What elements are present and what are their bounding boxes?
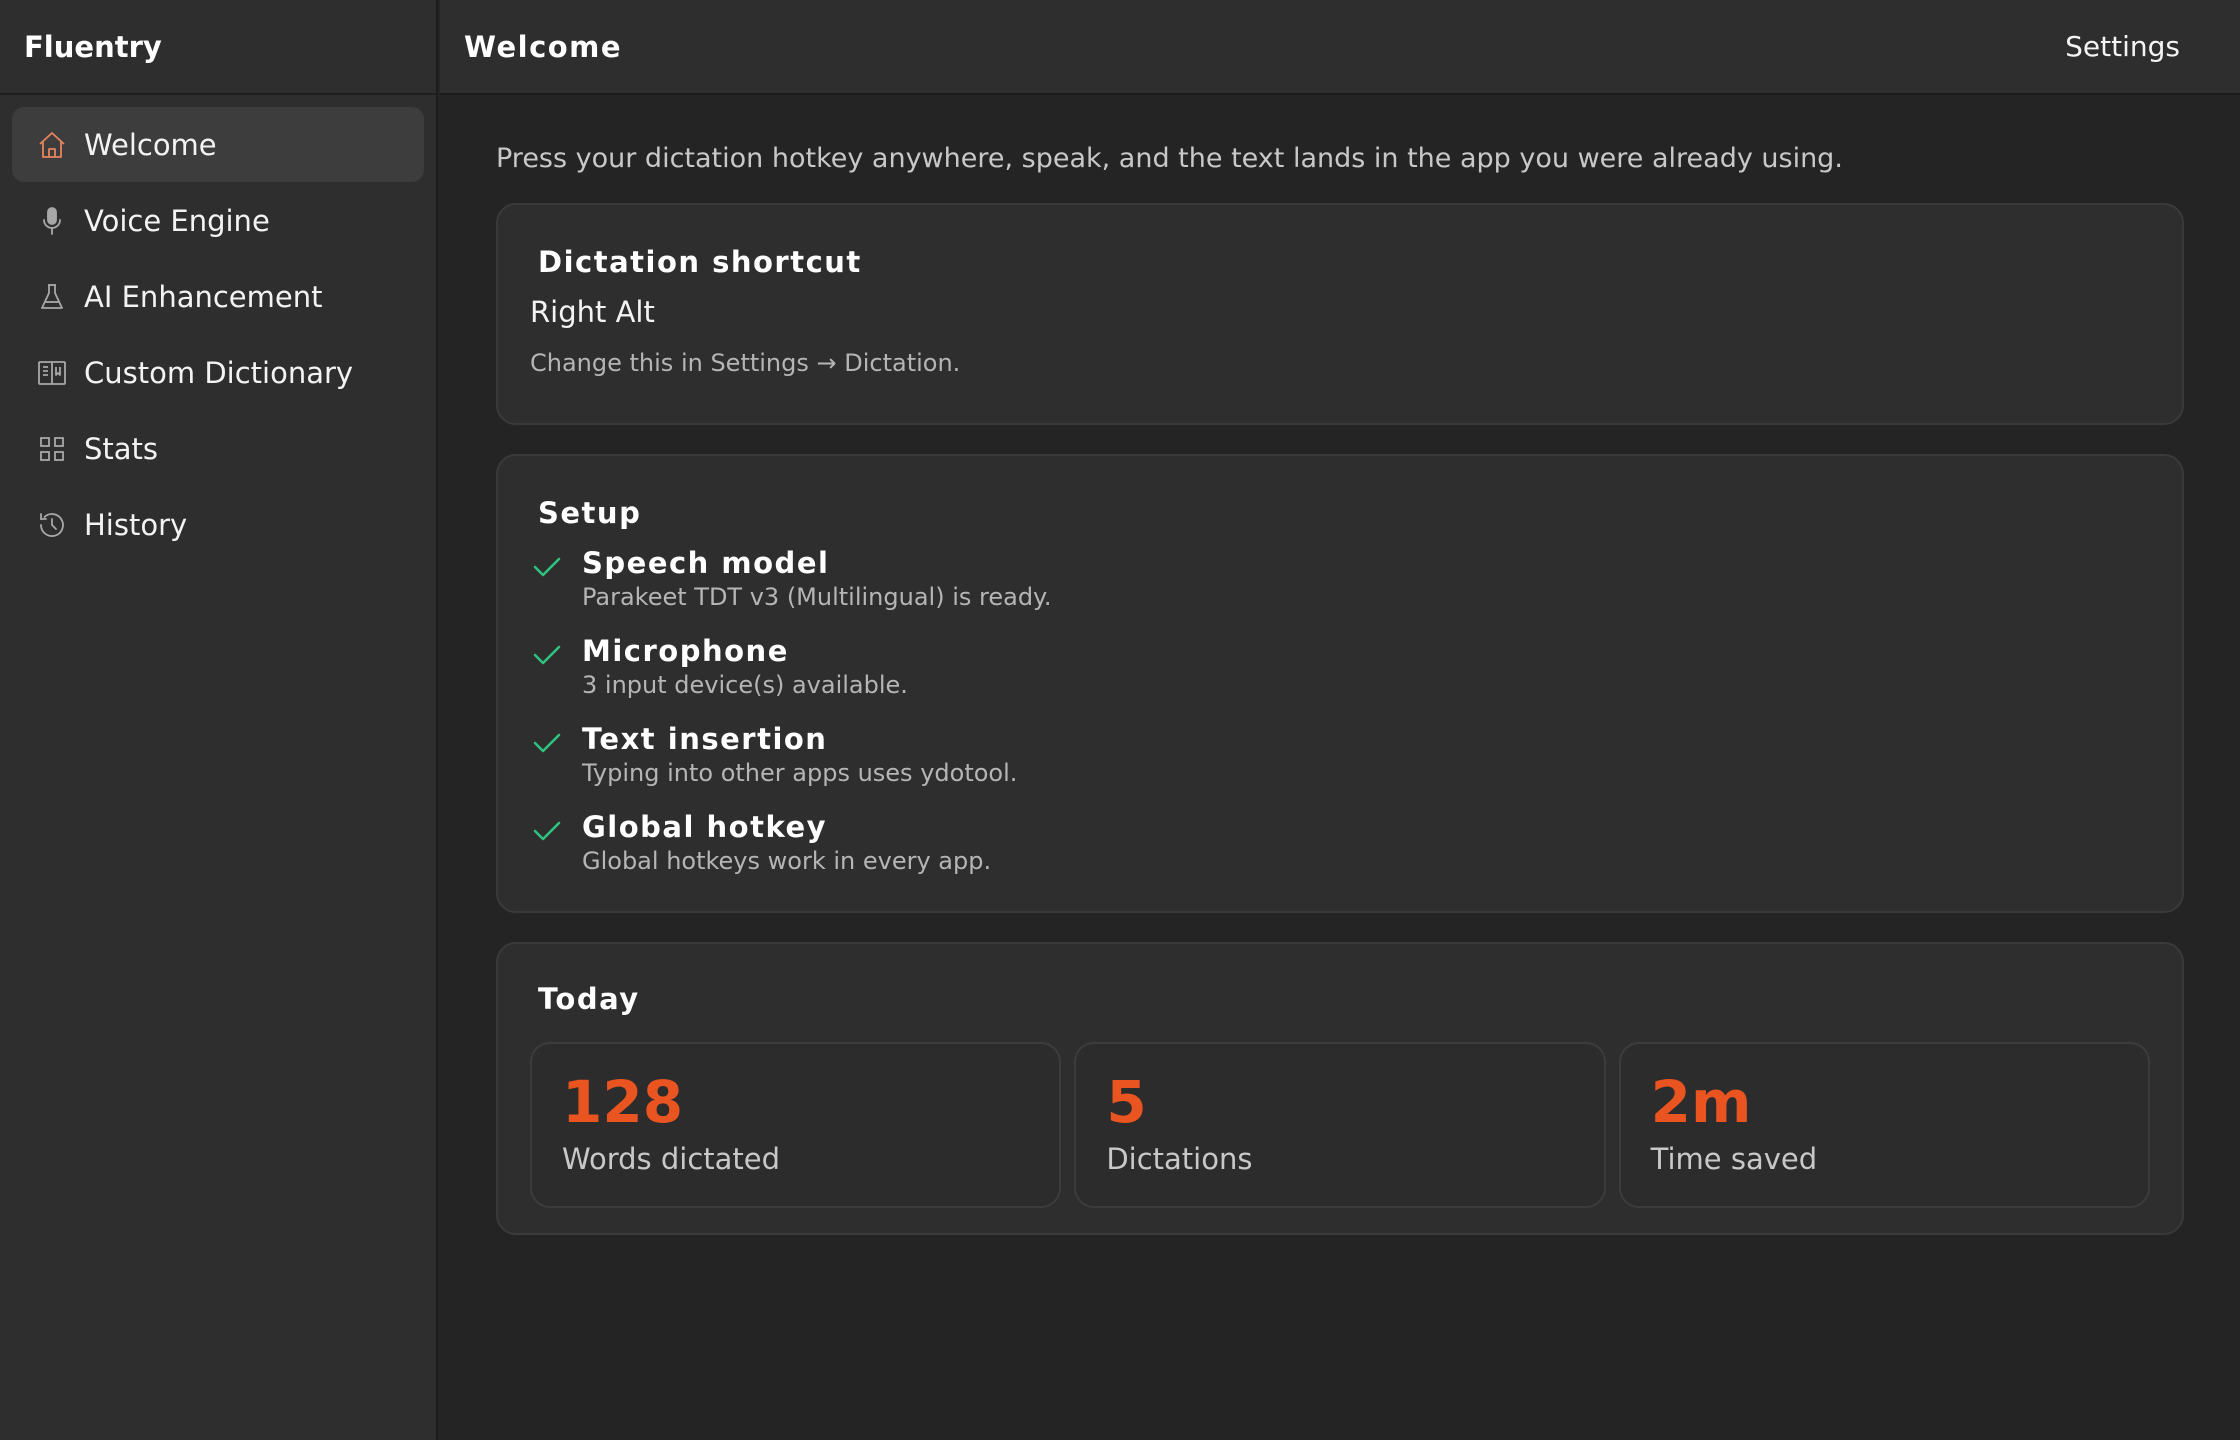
stat-dictations: 5 Dictations	[1074, 1042, 1606, 1208]
stat-time-saved: 2m Time saved	[1618, 1042, 2150, 1208]
card-title: Today	[538, 982, 640, 1016]
app-title: Fluentry	[24, 29, 162, 64]
main-content: Press your dictation hotkey anywhere, sp…	[440, 97, 2240, 1440]
sidebar-item-label: AI Enhancement	[84, 279, 323, 314]
sidebar-item-label: Voice Engine	[84, 203, 270, 238]
setup-item-speech-model: Speech model Parakeet TDT v3 (Multilingu…	[530, 544, 2148, 632]
stat-label: Time saved	[1650, 1142, 1818, 1176]
microphone-icon	[36, 205, 68, 237]
setup-item-desc: Typing into other apps uses ydotool.	[582, 759, 1018, 787]
header-bar: Welcome Settings	[440, 0, 2240, 95]
sidebar-item-label: History	[84, 507, 188, 542]
today-card: Today 128 Words dictated 5 Dictations 2m…	[496, 942, 2184, 1235]
sidebar-item-history[interactable]: History	[12, 487, 424, 562]
grid-icon	[36, 433, 68, 465]
stat-label: Words dictated	[562, 1142, 781, 1176]
sidebar-item-custom-dictionary[interactable]: Custom Dictionary	[12, 335, 424, 410]
setup-item-label: Speech model	[582, 546, 830, 580]
setup-item-text-insertion: Text insertion Typing into other apps us…	[530, 720, 2148, 808]
home-icon	[36, 129, 68, 161]
app-window: Fluentry Welcome Voice Engine AI Enhance…	[0, 0, 2240, 1440]
sidebar-item-voice-engine[interactable]: Voice Engine	[12, 183, 424, 258]
sidebar-item-label: Custom Dictionary	[84, 355, 354, 390]
setup-item-desc: 3 input device(s) available.	[582, 671, 908, 699]
setup-item-label: Microphone	[582, 634, 789, 668]
stat-value: 5	[1106, 1068, 1147, 1136]
check-icon	[533, 645, 561, 665]
setup-item-label: Global hotkey	[582, 810, 828, 844]
page-title: Welcome	[464, 29, 623, 64]
dictation-shortcut-card: Dictation shortcut Right Alt Change this…	[496, 203, 2184, 425]
sidebar-item-label: Welcome	[84, 127, 217, 162]
stat-value: 128	[562, 1068, 684, 1136]
shortcut-hint: Change this in Settings → Dictation.	[530, 349, 961, 377]
setup-item-microphone: Microphone 3 input device(s) available.	[530, 632, 2148, 720]
check-icon	[533, 557, 561, 577]
stat-label: Dictations	[1106, 1142, 1253, 1176]
shortcut-value: Right Alt	[530, 295, 655, 329]
setup-item-global-hotkey: Global hotkey Global hotkeys work in eve…	[530, 808, 2148, 896]
sidebar-item-label: Stats	[84, 431, 159, 466]
sidebar-item-ai-enhancement[interactable]: AI Enhancement	[12, 259, 424, 334]
setup-item-label: Text insertion	[582, 722, 828, 756]
stat-words-dictated: 128 Words dictated	[530, 1042, 1062, 1208]
book-icon	[36, 357, 68, 389]
card-title: Dictation shortcut	[538, 245, 862, 279]
settings-button[interactable]: Settings	[2065, 30, 2180, 63]
sidebar-header: Fluentry	[0, 0, 436, 95]
flask-icon	[36, 281, 68, 313]
check-icon	[533, 733, 561, 753]
stat-value: 2m	[1650, 1068, 1752, 1136]
sidebar-nav: Welcome Voice Engine AI Enhancement Cust…	[0, 95, 436, 562]
intro-text: Press your dictation hotkey anywhere, sp…	[496, 143, 1843, 174]
card-title: Setup	[538, 496, 642, 530]
history-icon	[36, 509, 68, 541]
setup-card: Setup Speech model Parakeet TDT v3 (Mult…	[496, 454, 2184, 913]
setup-item-desc: Parakeet TDT v3 (Multilingual) is ready.	[582, 583, 1052, 611]
sidebar-item-stats[interactable]: Stats	[12, 411, 424, 486]
stats-row: 128 Words dictated 5 Dictations 2m Time …	[530, 1042, 2150, 1208]
sidebar-item-welcome[interactable]: Welcome	[12, 107, 424, 182]
setup-item-desc: Global hotkeys work in every app.	[582, 847, 992, 875]
check-icon	[533, 821, 561, 841]
sidebar: Fluentry Welcome Voice Engine AI Enhance…	[0, 0, 438, 1440]
